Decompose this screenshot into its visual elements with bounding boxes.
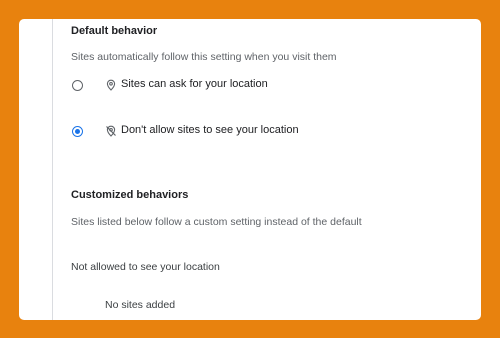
option-allow-ask-label[interactable]: Sites can ask for your location	[121, 78, 268, 90]
radio-allow-ask[interactable]	[72, 80, 83, 91]
location-pin-icon	[105, 79, 117, 91]
location-off-icon	[105, 125, 117, 137]
default-behavior-heading: Default behavior	[71, 25, 158, 37]
option-block-label[interactable]: Don't allow sites to see your location	[121, 124, 299, 136]
radio-block[interactable]	[72, 126, 83, 137]
content-divider	[52, 19, 53, 320]
default-behavior-description: Sites automatically follow this setting …	[71, 51, 337, 63]
empty-list-message: No sites added	[105, 299, 176, 311]
customized-behaviors-heading: Customized behaviors	[71, 189, 189, 201]
not-allowed-heading: Not allowed to see your location	[71, 261, 220, 273]
customized-behaviors-description: Sites listed below follow a custom setti…	[71, 216, 362, 228]
settings-card: Default behavior Sites automatically fol…	[19, 19, 481, 320]
